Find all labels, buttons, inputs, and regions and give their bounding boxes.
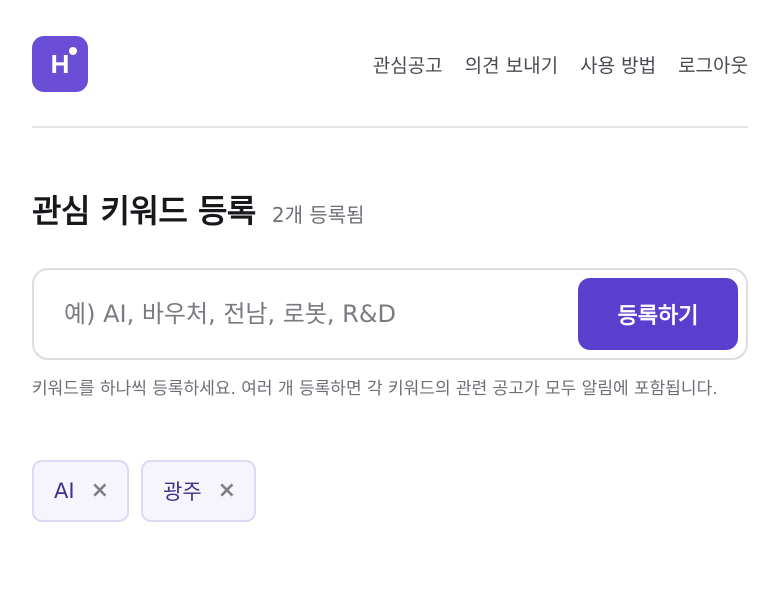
title-row: 관심 키워드 등록 2개 등록됨: [32, 186, 365, 232]
page-title: 관심 키워드 등록: [32, 192, 256, 230]
logo-dot-icon: [69, 47, 77, 55]
nav-link-how-to-use[interactable]: 사용 방법: [580, 51, 656, 78]
remove-icon[interactable]: ×: [91, 480, 109, 502]
keyword-tag-label: 광주: [163, 480, 202, 504]
header: H 관심공고 의견 보내기 사용 방법 로그아웃: [32, 36, 748, 92]
keyword-input-box: 등록하기: [32, 268, 748, 360]
logo-letter: H: [50, 48, 70, 79]
keyword-tag: 광주 ×: [141, 460, 257, 522]
keyword-input[interactable]: [64, 284, 578, 344]
header-divider: [32, 126, 748, 128]
register-button[interactable]: 등록하기: [578, 278, 738, 350]
logo[interactable]: H: [32, 36, 88, 92]
nav-link-feedback[interactable]: 의견 보내기: [465, 51, 558, 78]
page: H 관심공고 의견 보내기 사용 방법 로그아웃 관심 키워드 등록 2개 등록…: [0, 0, 780, 600]
top-nav: 관심공고 의견 보내기 사용 방법 로그아웃: [373, 51, 748, 78]
nav-link-favorites[interactable]: 관심공고: [373, 51, 443, 78]
remove-icon[interactable]: ×: [218, 480, 236, 502]
keyword-count: 2개 등록됨: [271, 203, 365, 227]
keyword-tags: AI × 광주 ×: [32, 460, 257, 522]
keyword-tag: AI ×: [32, 460, 129, 522]
nav-link-logout[interactable]: 로그아웃: [678, 51, 748, 78]
help-text: 키워드를 하나씩 등록하세요. 여러 개 등록하면 각 키워드의 관련 공고가 …: [32, 379, 718, 399]
keyword-tag-label: AI: [54, 479, 75, 503]
